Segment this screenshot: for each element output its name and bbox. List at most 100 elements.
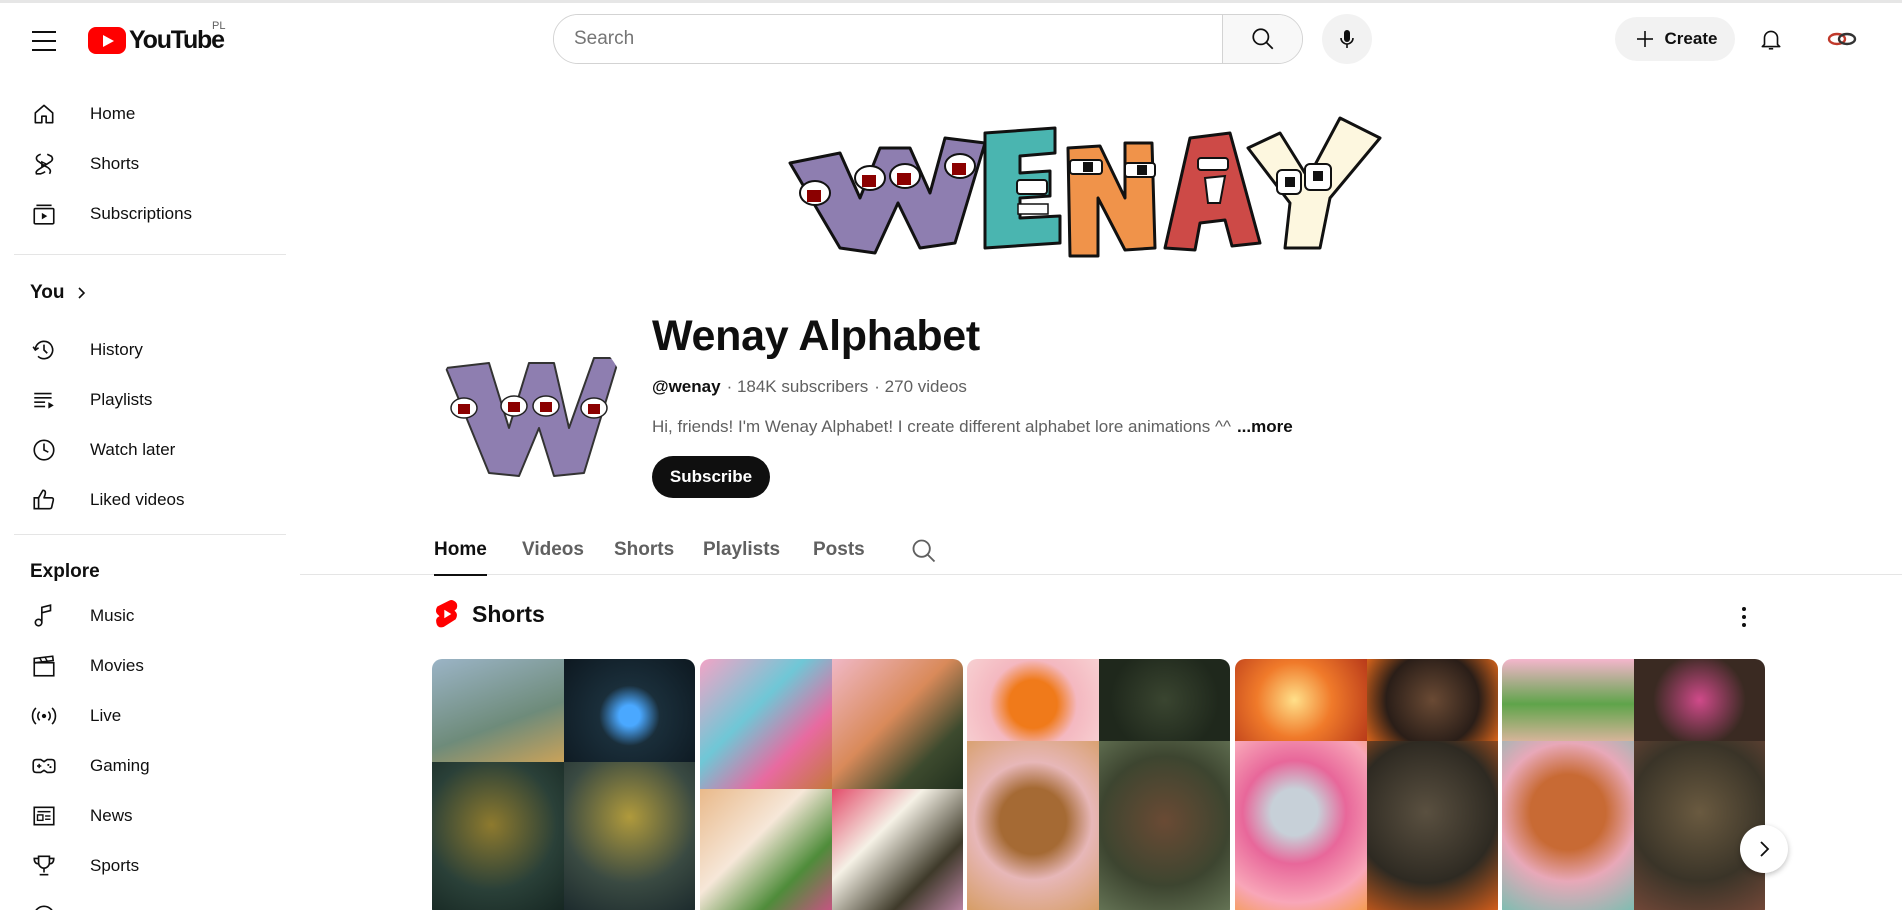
thumbnail-tile	[564, 659, 695, 762]
notifications-button[interactable]	[1753, 21, 1789, 57]
thumbnail-tile	[700, 789, 832, 910]
sidebar-item-gaming[interactable]: Gaming	[14, 742, 286, 790]
tab-playlists[interactable]: Playlists	[703, 525, 780, 575]
music-icon	[30, 602, 58, 630]
short-thumbnail[interactable]	[1235, 659, 1498, 910]
youtube-logo[interactable]: YouTube PL	[88, 20, 225, 55]
thumbnail-tile	[1235, 659, 1367, 741]
tab-videos[interactable]: Videos	[522, 525, 584, 575]
thumbnail-tile	[1235, 741, 1367, 910]
sidebar-item-label: Liked videos	[90, 490, 185, 509]
liked-videos-icon	[30, 486, 58, 514]
channel-search-icon[interactable]	[910, 537, 938, 565]
channel-name: Wenay Alphabet	[652, 312, 980, 360]
voice-search-button[interactable]	[1322, 14, 1372, 64]
subscribe-button[interactable]: Subscribe	[652, 456, 770, 498]
sidebar-divider	[14, 254, 286, 255]
sidebar-item-music[interactable]: Music	[14, 592, 286, 640]
sidebar-item-label: Shorts	[90, 154, 140, 173]
sidebar-item-news[interactable]: News	[14, 792, 286, 840]
menu-line	[32, 40, 56, 42]
logo-wordmark: YouTube	[129, 25, 225, 54]
more-link[interactable]: ...more	[1237, 417, 1293, 437]
chevron-right-icon	[1760, 841, 1770, 857]
account-avatar[interactable]	[1824, 21, 1860, 57]
sidebar-item-label: Live	[90, 706, 122, 725]
watch-later-icon	[30, 436, 58, 464]
partial-icon	[30, 902, 58, 910]
tab-shorts[interactable]: Shorts	[614, 525, 674, 575]
thumbnail-tile	[832, 789, 963, 910]
movies-icon	[30, 652, 58, 680]
channel-meta: @wenay · 184K subscribers · 270 videos	[652, 377, 967, 397]
sidebar-item-partial[interactable]	[14, 892, 286, 910]
shelf-next-button[interactable]	[1740, 825, 1788, 873]
guide-menu-button[interactable]	[26, 23, 62, 59]
sidebar-item-shorts[interactable]: Shorts	[14, 140, 286, 188]
short-thumbnail[interactable]	[432, 659, 695, 910]
you-heading-label: You	[30, 282, 65, 303]
channel-avatar[interactable]	[434, 318, 630, 514]
search-input[interactable]	[554, 15, 1222, 63]
sidebar-item-live[interactable]: Live	[14, 692, 286, 740]
sidebar-item-label: News	[90, 806, 133, 825]
short-thumbnail[interactable]	[1502, 659, 1765, 910]
channel-description[interactable]: Hi, friends! I'm Wenay Alphabet! I creat…	[652, 417, 1293, 437]
channel-banner	[788, 116, 1382, 258]
home-icon	[30, 100, 58, 128]
shorts-icon	[30, 150, 58, 178]
sidebar-item-playlists[interactable]: Playlists	[14, 376, 286, 424]
sidebar-item-watch-later[interactable]: Watch later	[14, 426, 286, 474]
menu-line	[32, 49, 56, 51]
explore-heading-label: Explore	[30, 561, 100, 582]
region-code: PL	[212, 20, 226, 32]
channel-avatar-image	[445, 357, 620, 477]
shelf-title: Shorts	[472, 600, 545, 627]
sidebar-item-subscriptions[interactable]: Subscriptions	[14, 190, 286, 238]
search-button[interactable]	[1222, 15, 1302, 63]
thumbnail-tile	[967, 659, 1099, 741]
sidebar-item-label: Music	[90, 606, 135, 625]
sidebar-item-movies[interactable]: Movies	[14, 642, 286, 690]
thumbnail-tile	[1367, 741, 1498, 910]
bell-icon	[1761, 30, 1781, 50]
short-thumbnail[interactable]	[700, 659, 963, 910]
you-section-heading[interactable]: You	[30, 282, 88, 304]
create-label: Create	[1664, 29, 1718, 48]
guide-sidebar: Home Shorts Subscriptions You History Pl…	[0, 75, 290, 910]
tab-posts[interactable]: Posts	[813, 525, 865, 575]
thumbnail-tile	[564, 762, 695, 910]
dot	[1742, 607, 1746, 611]
avatar-icon	[1827, 32, 1857, 46]
short-thumbnail[interactable]	[967, 659, 1230, 910]
youtube-play-icon	[88, 26, 126, 54]
tab-home[interactable]: Home	[434, 525, 487, 576]
thumbnail-tile	[432, 762, 564, 910]
sidebar-item-label: Watch later	[90, 440, 176, 459]
subscriptions-icon	[30, 200, 58, 228]
thumbnail-tile	[432, 659, 564, 762]
sidebar-item-home[interactable]: Home	[14, 90, 286, 138]
thumbnail-tile	[832, 659, 963, 789]
sidebar-item-label: Gaming	[90, 756, 150, 775]
sidebar-item-liked-videos[interactable]: Liked videos	[14, 476, 286, 524]
trophy-icon	[30, 852, 58, 880]
sidebar-item-sports[interactable]: Sports	[14, 842, 286, 890]
microphone-icon	[1340, 30, 1354, 48]
thumbnail-tile	[1099, 659, 1230, 741]
channel-tabs: Home Videos Shorts Playlists Posts	[300, 525, 1902, 576]
dot	[1742, 615, 1746, 619]
thumbnail-tile	[1502, 659, 1634, 741]
search-box	[553, 14, 1303, 64]
thumbnail-tile	[700, 659, 832, 789]
sidebar-item-history[interactable]: History	[14, 326, 286, 374]
chevron-right-icon	[78, 287, 86, 299]
shelf-more-options-button[interactable]	[1730, 601, 1758, 633]
create-button[interactable]: Create	[1615, 17, 1735, 61]
menu-line	[32, 31, 56, 33]
playlists-icon	[30, 386, 58, 414]
thumbnail-tile	[967, 741, 1099, 910]
dot	[1742, 623, 1746, 627]
thumbnail-tile	[1634, 741, 1765, 910]
video-count: · 270 videos	[874, 377, 967, 396]
